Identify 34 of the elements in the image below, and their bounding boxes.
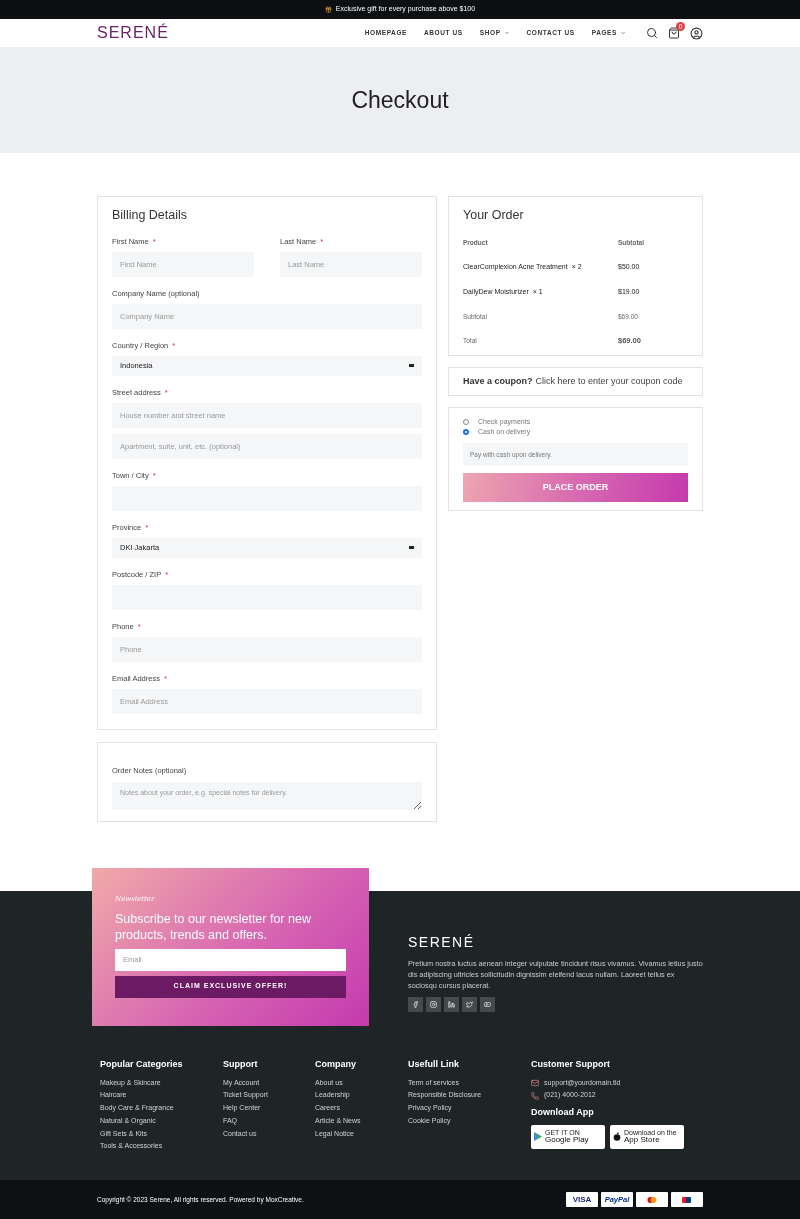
twitter-icon[interactable]: [462, 997, 477, 1012]
footer-heading: Download App: [531, 1106, 595, 1120]
footer-heading: Customer Support: [531, 1058, 611, 1071]
search-icon[interactable]: [646, 27, 658, 39]
section-title: Your Order: [463, 207, 525, 224]
play-icon: [534, 1132, 542, 1142]
coupon-question: Have a coupon?: [463, 375, 533, 388]
instagram-icon[interactable]: [426, 997, 441, 1012]
newsletter-heading: Subscribe to our newsletter for new products, trends and offers.: [115, 910, 312, 943]
footer-heading: Support: [223, 1058, 259, 1071]
footer-heading: Popular Categories: [100, 1058, 184, 1071]
phone-icon: [531, 1091, 539, 1100]
section-title: Billing Details: [112, 207, 189, 224]
store-name: Google Play: [545, 1136, 589, 1145]
mastercard-card-icon: [636, 1192, 668, 1207]
facebook-icon[interactable]: [408, 997, 423, 1012]
account-icon[interactable]: [690, 26, 703, 40]
visa-card-icon: VISA: [566, 1192, 598, 1207]
footer-logo: SERENÉ: [408, 933, 476, 952]
store-name: App Store: [624, 1136, 661, 1145]
gift-icon: [324, 6, 332, 13]
linkedin-icon[interactable]: [444, 997, 459, 1012]
footer-heading: Usefull Link: [408, 1058, 460, 1071]
apple-icon: [613, 1132, 621, 1142]
footer-heading: Company: [315, 1058, 357, 1071]
radio-button[interactable]: [463, 419, 469, 426]
cart-icon[interactable]: [668, 27, 680, 39]
logo[interactable]: SERENÉ: [97, 21, 169, 45]
radio-button[interactable]: [463, 429, 469, 436]
page-title: Checkout: [351, 86, 449, 116]
dropdown-icon: [409, 364, 414, 368]
mail-icon: [531, 1078, 539, 1087]
coupon-link[interactable]: Click here to enter your coupon code: [535, 375, 683, 389]
dropdown-icon: [409, 546, 414, 550]
